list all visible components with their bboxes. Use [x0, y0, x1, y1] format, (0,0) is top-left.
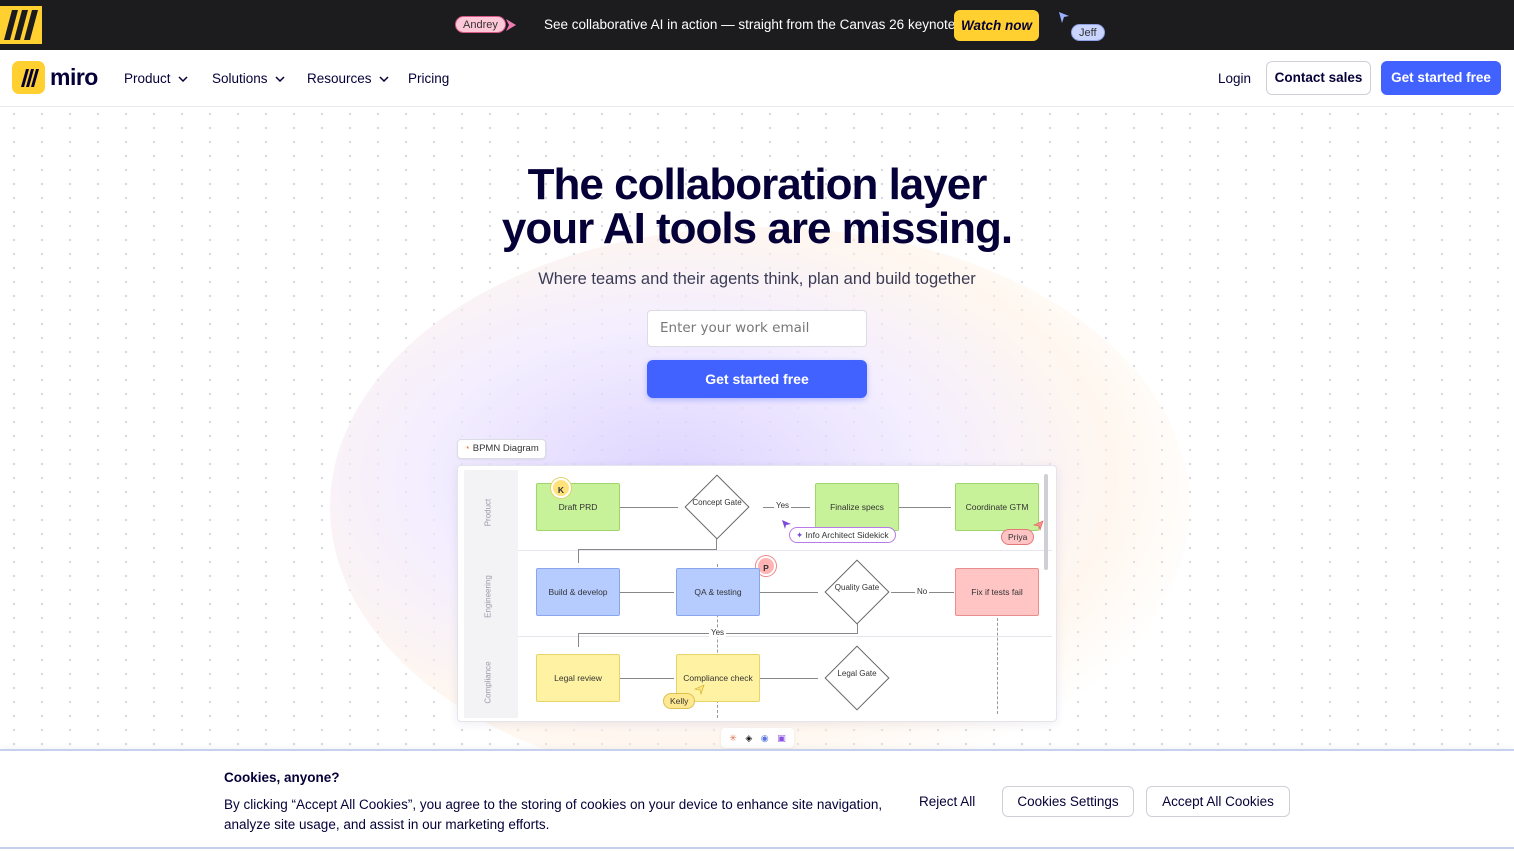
watch-now-button[interactable]: Watch now	[954, 10, 1039, 41]
cookie-banner: Cookies, anyone? By clicking “Accept All…	[0, 749, 1514, 851]
integration-icons: ✳ ◈ ◉ ▣	[721, 728, 794, 748]
connector	[997, 618, 998, 714]
cookie-title: Cookies, anyone?	[224, 770, 340, 785]
hero-get-started-button[interactable]: Get started free	[647, 360, 867, 398]
bpmn-board[interactable]: Product Engineering Compliance Draft PRD…	[457, 465, 1057, 722]
headline-line-1: The collaboration layer	[527, 160, 988, 209]
cursor-arrow-icon	[1033, 520, 1044, 531]
node-qa-testing[interactable]: QA & testing	[676, 568, 760, 616]
connector	[578, 549, 717, 550]
board-label: ◔ BPMN Diagram	[457, 439, 546, 459]
openai-icon: ◈	[745, 732, 753, 743]
node-quality-gate-shape[interactable]	[824, 559, 890, 625]
connector	[578, 549, 579, 563]
cursor-tag-kelly: Kelly	[663, 693, 696, 709]
top-nav: miro Product Solutions Resources Pricing…	[0, 50, 1514, 107]
cursor-arrow-icon	[782, 520, 791, 529]
node-fix-tests[interactable]: Fix if tests fail	[955, 568, 1039, 616]
connector	[760, 592, 818, 593]
edge-label-yes: Yes	[774, 501, 792, 510]
connector	[578, 633, 579, 647]
miro-logo-icon	[12, 61, 45, 94]
nav-solutions[interactable]: Solutions	[212, 71, 285, 86]
connector	[620, 678, 674, 679]
lane-divider	[518, 636, 1052, 637]
contact-sales-button[interactable]: Contact sales	[1266, 61, 1371, 95]
sparkle-icon: ✦	[796, 530, 804, 540]
node-build-develop[interactable]: Build & develop	[536, 568, 620, 616]
brand-logo[interactable]: miro	[12, 61, 98, 94]
nav-resources[interactable]: Resources	[307, 71, 389, 86]
edge-label-yes: Yes	[709, 628, 727, 637]
accept-all-cookies-button[interactable]: Accept All Cookies	[1146, 786, 1290, 817]
announcement-bar: Andrey See collaborative AI in action — …	[0, 0, 1514, 50]
cursor-arrow-icon	[506, 19, 516, 31]
avatar-k: K	[551, 478, 571, 498]
cursor-tag-andrey: Andrey	[455, 16, 506, 33]
sidekick-name: Info Architect Sidekick	[805, 530, 889, 540]
cookie-text: By clicking “Accept All Cookies”, you ag…	[224, 797, 883, 832]
hero-subhead: Where teams and their agents think, plan…	[538, 270, 976, 288]
banner-divider	[0, 847, 1514, 849]
cursor-arrow-icon	[1059, 12, 1069, 23]
brand-wordmark: miro	[50, 64, 98, 90]
nav-pricing[interactable]: Pricing	[408, 71, 449, 86]
node-quality-gate: Quality Gate	[834, 583, 880, 592]
copilot-icon: ◉	[760, 732, 769, 743]
nav-resources-label: Resources	[307, 71, 372, 86]
diagram-icon: ◔	[464, 443, 470, 454]
node-finalize-specs[interactable]: Finalize specs	[815, 483, 899, 531]
cursor-tag-priya: Priya	[1001, 529, 1035, 545]
lane-product: Product	[483, 498, 493, 527]
nav-product-label: Product	[124, 71, 171, 86]
node-coordinate-gtm[interactable]: Coordinate GTM	[955, 483, 1039, 531]
nav-pricing-label: Pricing	[408, 71, 450, 86]
nav-get-started-button[interactable]: Get started free	[1381, 61, 1501, 95]
login-link[interactable]: Login	[1218, 71, 1251, 86]
cursor-arrow-icon	[694, 684, 705, 695]
connector	[899, 507, 951, 508]
lane-engineering: Engineering	[483, 575, 493, 618]
node-concept-gate-shape[interactable]	[684, 474, 750, 540]
nav-product[interactable]: Product	[124, 71, 188, 86]
edge-label-no: No	[915, 587, 930, 596]
connector	[620, 592, 674, 593]
headline-line-2: your AI tools are missing.	[501, 204, 1013, 253]
chevron-down-icon	[275, 75, 285, 82]
node-legal-gate: Legal Gate	[837, 669, 877, 678]
lane-compliance: Compliance	[483, 661, 493, 704]
cursor-tag-jeff: Jeff	[1071, 24, 1105, 41]
nav-solutions-label: Solutions	[212, 71, 268, 86]
assistant-icon: ▣	[777, 732, 786, 743]
board-label-text: BPMN Diagram	[472, 443, 539, 454]
miro-logo-icon[interactable]	[0, 6, 42, 44]
chevron-down-icon	[178, 75, 188, 82]
node-legal-gate-shape[interactable]	[824, 645, 890, 711]
node-concept-gate: Concept Gate	[692, 498, 742, 507]
work-email-input[interactable]: Enter your work email	[647, 310, 867, 347]
board-scrollbar[interactable]	[1044, 474, 1048, 570]
hero-headline: The collaboration layer your AI tools ar…	[0, 163, 1514, 251]
claude-icon: ✳	[729, 732, 737, 743]
sidekick-label: ✦ Info Architect Sidekick	[789, 527, 896, 543]
node-draft-prd[interactable]: Draft PRD	[536, 483, 620, 531]
reject-all-button[interactable]: Reject All	[919, 794, 975, 809]
chevron-down-icon	[379, 75, 389, 82]
node-legal-review[interactable]: Legal review	[536, 654, 620, 702]
connector	[760, 678, 818, 679]
cookies-settings-button[interactable]: Cookies Settings	[1002, 786, 1134, 817]
hero-section: The collaboration layer your AI tools ar…	[0, 107, 1514, 749]
lane-divider	[518, 550, 1052, 551]
connector	[620, 507, 678, 508]
announcement-text: See collaborative AI in action — straigh…	[544, 17, 959, 32]
